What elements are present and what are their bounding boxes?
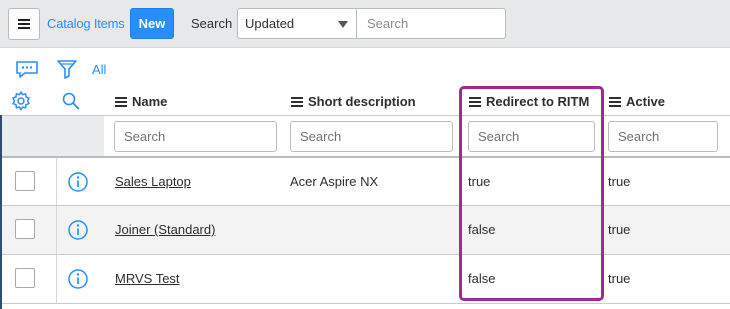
magnifier-icon[interactable] [61,91,81,111]
row-redirect-to-ritm: true [468,174,491,189]
column-menu-icon[interactable] [469,96,481,107]
gear-icon[interactable] [10,90,32,112]
menu-button[interactable] [8,8,40,40]
column-search-active[interactable] [608,121,718,152]
row-redirect-to-ritm: false [468,271,496,286]
search-label: Search [191,16,233,31]
new-button[interactable]: New [130,8,174,39]
info-icon[interactable] [67,268,89,290]
row-short-description: Acer Aspire NX [290,174,379,189]
funnel-filter-icon[interactable] [56,58,78,80]
column-search-redirect-to-ritm[interactable] [468,121,595,152]
left-accent-border [0,115,2,309]
column-header-short-description[interactable]: Short description [291,94,416,109]
column-search-short-description[interactable] [290,121,453,152]
info-icon[interactable] [67,219,89,241]
row-checkbox[interactable] [15,268,35,288]
cell-divider [56,206,57,254]
column-header-label: Redirect to RITM [486,94,590,109]
row-divider [0,115,730,116]
column-header-label: Short description [308,94,416,109]
row-name-link[interactable]: Sales Laptop [115,174,191,189]
row-name-link[interactable]: MRVS Test [115,271,180,286]
info-icon[interactable] [67,171,89,193]
column-header-redirect-to-ritm[interactable]: Redirect to RITM [469,94,589,109]
hamburger-menu-icon [18,19,30,29]
column-header-label: Active [626,94,666,109]
row-checkbox[interactable] [15,219,35,239]
list-header: Catalog Items New Search Updated [0,0,730,48]
cell-divider [56,255,57,303]
row-divider [0,303,730,304]
column-header-active[interactable]: Active [609,94,665,109]
row-active: true [608,271,631,286]
row-active: true [608,174,631,189]
list-search-input[interactable] [356,8,506,39]
search-field-selected-value: Updated [245,16,295,31]
filter-bar [0,48,730,88]
row-checkbox[interactable] [15,171,35,191]
search-row-left-cell [0,115,104,157]
cell-divider [56,158,57,206]
dropdown-caret-icon [338,21,348,28]
column-menu-icon[interactable] [115,96,127,107]
row-active: true [608,222,631,237]
column-header-label: Name [132,94,168,109]
chat-bubble-icon[interactable] [15,60,39,80]
list-title[interactable]: Catalog Items [47,16,125,31]
row-redirect-to-ritm: false [468,222,496,237]
column-menu-icon[interactable] [609,96,621,107]
search-field-select[interactable]: Updated [237,8,357,39]
row-name-link[interactable]: Joiner (Standard) [115,222,215,237]
column-search-name[interactable] [114,121,277,152]
column-menu-icon[interactable] [291,96,303,107]
column-header-name[interactable]: Name [115,94,167,109]
breadcrumb-all[interactable]: All [92,62,106,77]
